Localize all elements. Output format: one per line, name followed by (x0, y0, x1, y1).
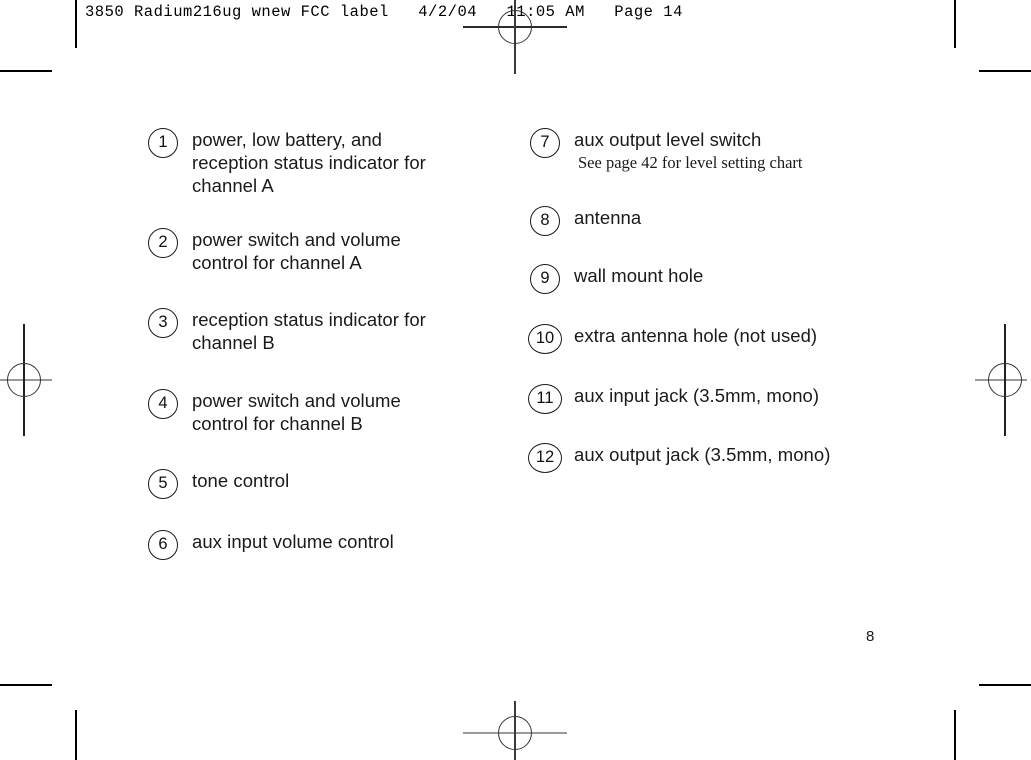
crop-mark-bottom-right-horizontal (979, 684, 1031, 686)
callout-body: power switch and volume control for chan… (148, 389, 448, 435)
callout-body: antenna (530, 206, 870, 229)
callout-number-badge: 8 (530, 206, 560, 236)
callout-body: reception status indicator for channel B (148, 308, 448, 354)
callout-body: aux input volume control (148, 530, 448, 553)
callout-item: 4 power switch and volume control for cha… (148, 389, 448, 435)
callout-number-badge: 4 (148, 389, 178, 419)
crop-mark-bottom-right-vertical (954, 710, 956, 760)
registration-ring-icon (498, 10, 532, 44)
callout-body: extra antenna hole (not used) (530, 324, 870, 347)
callout-label: aux input jack (3.5mm, mono) (574, 385, 820, 406)
callout-label: power switch and volume control for chan… (192, 390, 401, 434)
callout-number-badge: 9 (530, 264, 560, 294)
callout-label: wall mount hole (574, 265, 704, 286)
callout-body: aux input jack (3.5mm, mono) (530, 384, 870, 407)
callout-number-badge: 6 (148, 530, 178, 560)
callout-number-badge: 7 (530, 128, 560, 158)
crop-mark-top-right-horizontal (979, 70, 1031, 72)
callout-number-badge: 2 (148, 228, 178, 258)
callout-sublabel: See page 42 for level setting chart (578, 153, 803, 172)
callout-number-badge: 11 (528, 384, 562, 414)
callout-body: power, low battery, and reception status… (148, 128, 448, 197)
crop-mark-top-left-horizontal (0, 70, 52, 72)
callout-label: tone control (192, 470, 290, 491)
callout-number-badge: 3 (148, 308, 178, 338)
callout-item: 3 reception status indicator for channel … (148, 308, 448, 354)
callout-item: 5 tone control (148, 469, 448, 499)
crop-mark-top-right-vertical (954, 0, 956, 48)
callout-item: 12 aux output jack (3.5mm, mono) (528, 443, 870, 473)
crop-mark-top-left-vertical (75, 0, 77, 48)
callout-number-badge: 5 (148, 469, 178, 499)
callout-body: tone control (148, 469, 448, 492)
callout-item: 10 extra antenna hole (not used) (528, 324, 870, 354)
callout-body: aux output jack (3.5mm, mono) (530, 443, 870, 466)
callout-label: reception status indicator for channel B (192, 309, 426, 353)
manual-page: 3850 Radium216ug wnew FCC label 4/2/04 1… (0, 0, 1031, 760)
callout-item: 8 antenna (530, 206, 870, 236)
callout-body: power switch and volume control for chan… (148, 228, 448, 274)
registration-ring-icon (988, 363, 1022, 397)
callout-label: power switch and volume control for chan… (192, 229, 401, 273)
callout-item: 7 aux output level switch See page 42 for … (530, 128, 870, 173)
page-number: 8 (866, 628, 875, 645)
crop-mark-bottom-left-vertical (75, 710, 77, 760)
callout-label: extra antenna hole (not used) (574, 325, 818, 346)
callout-item: 2 power switch and volume control for cha… (148, 228, 448, 274)
callout-label: power, low battery, and reception status… (192, 129, 426, 196)
registration-ring-icon (498, 716, 532, 750)
callout-item: 9 wall mount hole (530, 264, 870, 294)
callout-label: aux input volume control (192, 531, 394, 552)
callout-number-badge: 12 (528, 443, 562, 473)
callout-label: aux output jack (3.5mm, mono) (574, 444, 831, 465)
callout-item: 11 aux input jack (3.5mm, mono) (528, 384, 870, 414)
callout-label: aux output level switch (574, 129, 762, 150)
callout-label: antenna (574, 207, 642, 228)
callout-item: 1 power, low battery, and reception statu… (148, 128, 448, 197)
callout-number-badge: 1 (148, 128, 178, 158)
crop-mark-bottom-left-horizontal (0, 684, 52, 686)
callout-body: aux output level switch See page 42 for l… (530, 128, 870, 173)
print-job-header: 3850 Radium216ug wnew FCC label 4/2/04 1… (85, 3, 683, 21)
callout-item: 6 aux input volume control (148, 530, 448, 560)
callout-number-badge: 10 (528, 324, 562, 354)
registration-ring-icon (7, 363, 41, 397)
callout-body: wall mount hole (530, 264, 870, 287)
